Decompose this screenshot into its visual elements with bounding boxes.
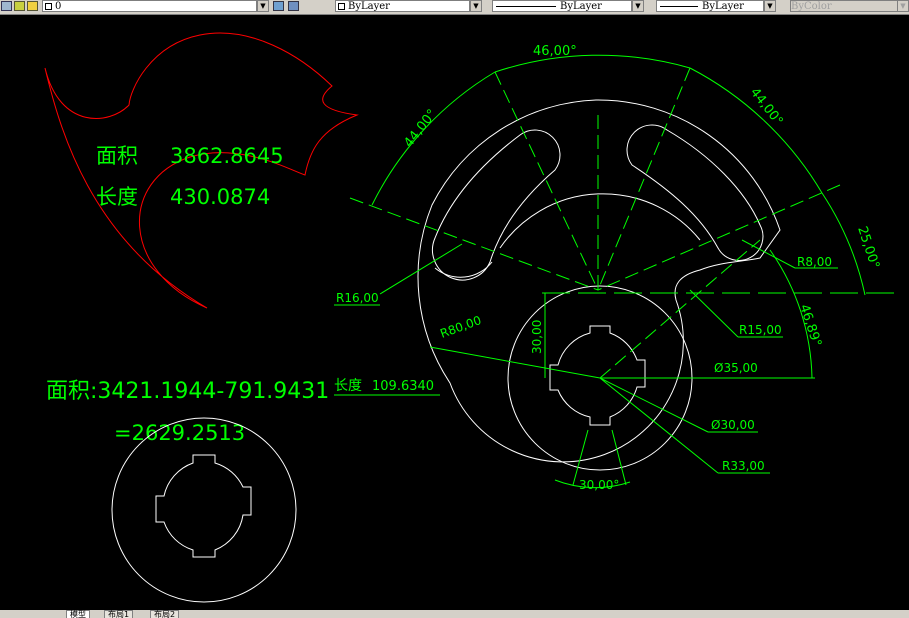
ext-line-left-44 xyxy=(349,197,599,291)
previous-layer-icon[interactable] xyxy=(288,1,299,11)
dim-text-d35: Ø35,00 xyxy=(714,361,758,375)
leader-r80 xyxy=(429,346,601,379)
layer-dropdown-arrow-icon[interactable]: ▼ xyxy=(257,0,269,12)
color-dropdown-arrow-icon[interactable]: ▼ xyxy=(470,0,482,12)
ext-line-right-46 xyxy=(597,67,691,291)
main-part[interactable] xyxy=(417,99,781,471)
dim-text-r16: R16,00 xyxy=(336,291,379,305)
dim-arc-25 xyxy=(821,192,866,296)
properties-toolbar: 0 ▼ ByLayer ▼ ByLayer ▼ ByLayer ▼ ByColo… xyxy=(0,0,909,15)
dim-text-30-angle: 30,00° xyxy=(579,478,619,492)
layout-tabs: 模型 布局1 布局2 xyxy=(0,610,909,618)
linetype-dropdown[interactable]: ByLayer xyxy=(492,0,632,12)
length2-value: 109.6340 xyxy=(372,379,434,394)
ext-line-30b xyxy=(611,429,627,486)
dim-text-4689: 46,89° xyxy=(796,303,824,349)
dim-arc-46 xyxy=(494,54,691,73)
left-slot[interactable] xyxy=(432,129,561,281)
dim-text-r8: R8,00 xyxy=(797,255,832,269)
lineweight-dropdown-arrow-icon[interactable]: ▼ xyxy=(764,0,776,12)
dim-text-30-vert: 30,00 xyxy=(530,320,544,354)
leader-r15 xyxy=(689,289,739,338)
lineweight-dropdown[interactable]: ByLayer xyxy=(656,0,764,12)
make-current-layer-icon[interactable] xyxy=(273,1,284,11)
r16-fillet-arc[interactable] xyxy=(434,261,493,278)
red-boundary-region[interactable] xyxy=(44,32,359,309)
color-dropdown[interactable]: ByLayer xyxy=(335,0,470,12)
main-outline[interactable] xyxy=(417,99,781,463)
lightbulb-icon[interactable] xyxy=(27,1,38,11)
leader-r16 xyxy=(379,243,463,295)
dim-text-44-left: 44,00° xyxy=(401,107,440,151)
plotstyle-dropdown-arrow-icon: ▼ xyxy=(897,0,909,12)
dim-text-d30: Ø30,00 xyxy=(711,418,755,432)
color-swatch-icon xyxy=(338,3,345,10)
linetype-dropdown-arrow-icon[interactable]: ▼ xyxy=(632,0,644,12)
dim-text-r15: R15,00 xyxy=(739,323,782,337)
plotstyle-dropdown: ByColor xyxy=(790,0,898,12)
layer-state-icon[interactable] xyxy=(14,1,25,11)
dim-arc-44-left xyxy=(371,71,496,206)
length-label: 长度 xyxy=(96,185,138,209)
area-value: 3862.8645 xyxy=(170,144,284,168)
dim-text-r80: R80,00 xyxy=(438,313,483,341)
keyed-disc-part[interactable] xyxy=(111,417,297,603)
area-label: 面积 xyxy=(96,144,138,168)
leader-r8 xyxy=(741,239,796,269)
disc-keyed-hole[interactable] xyxy=(155,454,252,558)
tab-model[interactable]: 模型 xyxy=(66,610,90,618)
area-result: =2629.2513 xyxy=(114,421,245,445)
tab-layout2[interactable]: 布局2 xyxy=(150,610,180,618)
dim-text-25: 25,00° xyxy=(854,225,882,271)
layer-dropdown[interactable]: 0 xyxy=(42,0,257,12)
tab-layout1[interactable]: 布局1 xyxy=(104,610,134,618)
length2-label: 长度 xyxy=(334,378,362,394)
inner-arc[interactable] xyxy=(499,193,701,249)
drawing-canvas[interactable]: 面积 3862.8645 长度 430.0874 面积:3421.1944-79… xyxy=(0,14,909,610)
main-keyed-hole[interactable] xyxy=(549,325,646,426)
disc-outer-circle[interactable] xyxy=(111,417,297,603)
dim-text-r33: R33,00 xyxy=(722,459,765,473)
ext-line-30a xyxy=(572,429,589,486)
red-boundary-outer[interactable] xyxy=(44,32,359,309)
dim-text-46: 46,00° xyxy=(533,44,577,59)
ext-line-right-44 xyxy=(597,184,841,291)
leader-r33 xyxy=(599,377,719,474)
area-formula: 面积:3421.1944-791.9431 xyxy=(46,379,329,404)
layer-manager-icon[interactable] xyxy=(1,1,12,11)
length-value: 430.0874 xyxy=(170,185,270,209)
layer-color-swatch-icon xyxy=(45,3,52,10)
